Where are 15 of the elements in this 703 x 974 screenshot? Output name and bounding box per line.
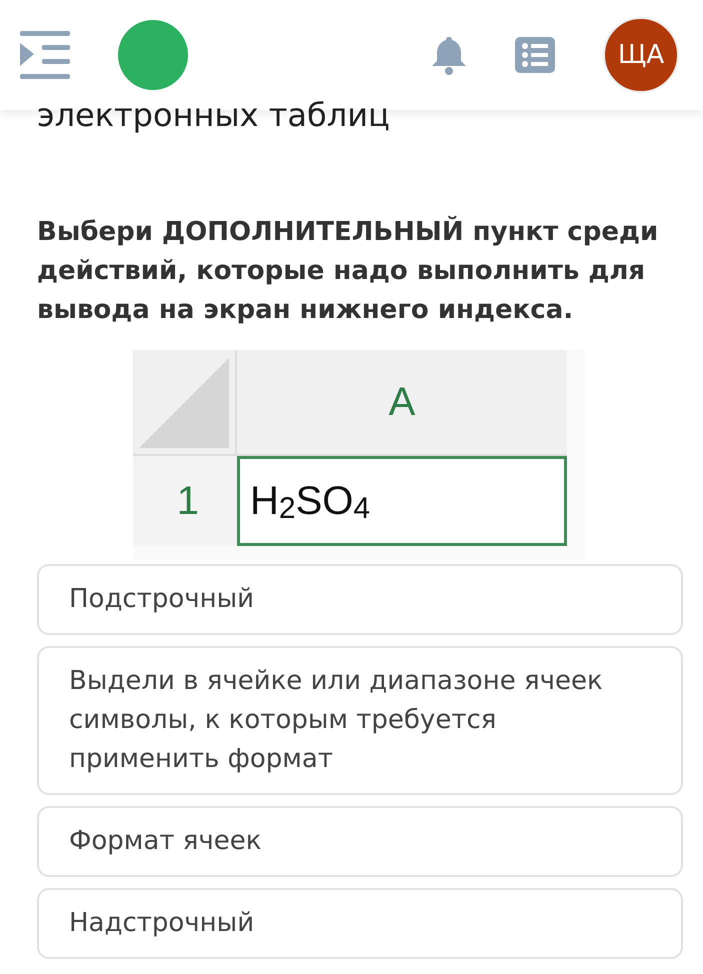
column-header: A — [237, 350, 567, 456]
row-header: 1 — [133, 456, 237, 546]
logo-circle-icon[interactable] — [118, 20, 188, 90]
question-text: Выбери ДОПОЛНИТЕЛЬНЫЙ пункт среди действий, которые надо выполнить для вывода на экран нижнего индекса. — [36, 214, 660, 328]
corner-icon — [133, 350, 237, 456]
menu-icon[interactable] — [20, 31, 70, 79]
answer-option[interactable]: Подстрочный — [37, 564, 683, 636]
spreadsheet-cell: H$_{2}$SO$_{4}$ — [237, 456, 567, 546]
title-fragment: электронных таблиц — [36, 98, 391, 134]
avatar[interactable]: ЩА — [603, 17, 679, 93]
answer-option[interactable]: Выдели в ячейке или диапазоне ячеек символы, к которым требуется применить формат — [37, 646, 683, 796]
bell-icon[interactable] — [431, 35, 467, 75]
list-icon[interactable] — [515, 37, 555, 73]
answer-option[interactable]: Надстрочный — [37, 888, 683, 960]
answer-option[interactable]: Формат ячеек — [37, 806, 683, 878]
